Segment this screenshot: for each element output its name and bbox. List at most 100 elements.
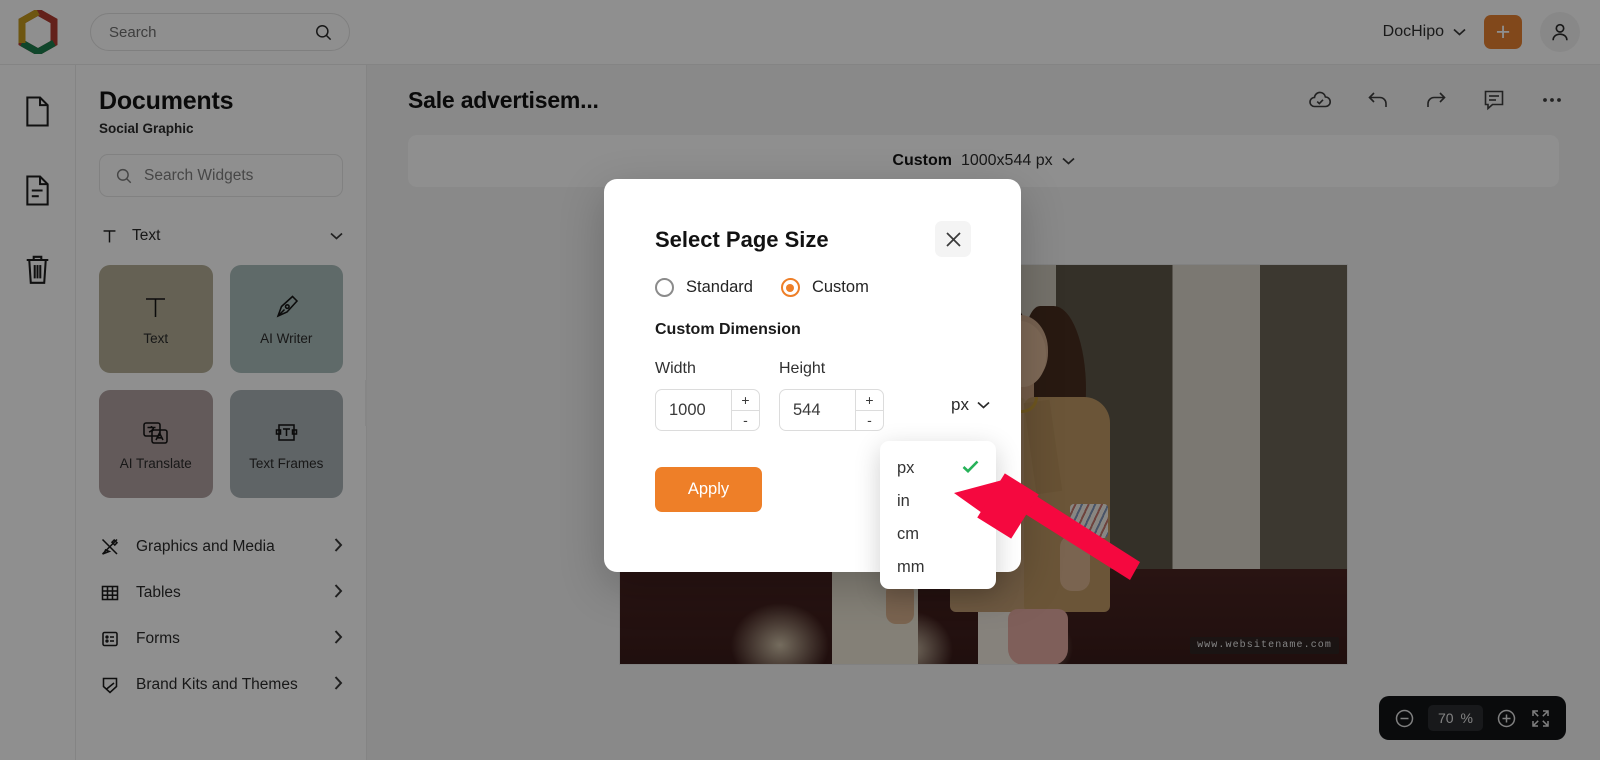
unit-option-label: mm	[897, 558, 925, 576]
search-icon	[116, 168, 132, 183]
widget-card-grid: Text AI Writer AI Translate Text Frames	[99, 265, 343, 498]
zoom-level-value[interactable]: 70 %	[1427, 705, 1483, 731]
zoom-in-button[interactable]	[1495, 707, 1517, 729]
search-placeholder: Search	[109, 23, 157, 41]
redo-icon[interactable]	[1423, 87, 1449, 113]
top-bar: Search DocHipo +	[0, 0, 1600, 65]
radio-label-custom: Custom	[811, 278, 869, 296]
left-icon-rail	[0, 65, 76, 760]
text-frame-icon	[275, 423, 298, 441]
widget-card-text-frames[interactable]: Text Frames	[229, 390, 343, 498]
text-t-icon	[99, 226, 119, 246]
chevron-right-icon	[334, 675, 343, 695]
unit-option-label: px	[897, 459, 915, 477]
width-increment-button[interactable]: +	[732, 390, 759, 411]
width-decrement-button[interactable]: -	[732, 411, 759, 431]
unit-selected-value: px	[951, 395, 969, 414]
radio-custom[interactable]: Custom	[780, 278, 869, 297]
unit-select[interactable]: px	[951, 395, 990, 415]
page-size-mode-radios: Standard Custom	[655, 278, 869, 297]
widget-category-list: Graphics and Media Tables Forms Brand Ki…	[99, 524, 343, 708]
undo-icon[interactable]	[1365, 87, 1391, 113]
widget-card-ai-translate[interactable]: AI Translate	[99, 390, 213, 498]
brand-selector[interactable]: DocHipo	[1383, 23, 1466, 41]
widget-card-label: AI Writer	[260, 330, 313, 346]
height-increment-button[interactable]: +	[856, 390, 883, 411]
widget-search-placeholder: Search Widgets	[144, 166, 254, 184]
sidebar-item-graphics-and-media[interactable]: Graphics and Media	[99, 524, 343, 570]
width-input[interactable]: 1000 + -	[655, 389, 760, 431]
document-title[interactable]: Sale advertisem...	[408, 87, 599, 114]
user-account-button[interactable]	[1540, 12, 1580, 52]
page-lines-icon	[26, 175, 49, 205]
document-header: Sale advertisem...	[367, 65, 1600, 135]
width-field-group: Width 1000 + -	[655, 360, 760, 431]
sidebar-item-brand-kits-and-themes[interactable]: Brand Kits and Themes	[99, 662, 343, 708]
search-icon	[316, 24, 332, 40]
create-new-button[interactable]: +	[1484, 15, 1522, 49]
width-label: Width	[655, 360, 696, 377]
pen-nib-icon	[276, 294, 298, 317]
trash-icon	[26, 255, 49, 284]
section-header-text[interactable]: Text	[99, 219, 343, 253]
widget-search-input[interactable]: Search Widgets	[99, 154, 343, 197]
fit-to-screen-button[interactable]	[1529, 707, 1551, 729]
brand-kit-icon	[99, 674, 121, 696]
radio-dot-custom	[780, 278, 800, 297]
canvas-watermark: www.websitename.com	[1190, 637, 1339, 654]
page-size-value: 1000x544 px	[960, 152, 1053, 169]
widget-card-text[interactable]: Text	[99, 265, 213, 373]
apply-button[interactable]: Apply	[655, 467, 762, 512]
chevron-right-icon	[334, 537, 343, 557]
more-options-icon[interactable]	[1539, 87, 1565, 113]
sidebar-item-tables[interactable]: Tables	[99, 570, 343, 616]
close-dialog-button[interactable]	[935, 221, 971, 257]
widget-card-ai-writer[interactable]: AI Writer	[229, 265, 343, 373]
cloud-saved-icon[interactable]	[1307, 87, 1333, 113]
sidebar-item-label: Graphics and Media	[136, 538, 275, 555]
text-t-icon	[146, 297, 166, 317]
unit-option-label: in	[897, 492, 910, 510]
comment-icon[interactable]	[1481, 87, 1507, 113]
width-stepper: + -	[731, 390, 759, 430]
global-search[interactable]: Search	[90, 13, 350, 51]
page-icon	[26, 96, 49, 126]
dimension-fields: Width 1000 + - Height 544 + -	[655, 360, 884, 431]
zoom-control-bar: 70 %	[1378, 696, 1566, 740]
rail-item-pages[interactable]	[11, 163, 65, 217]
height-label: Height	[779, 360, 826, 377]
rail-item-trash[interactable]	[11, 242, 65, 296]
height-field-group: Height 544 + -	[779, 360, 884, 431]
widget-card-label: Text Frames	[249, 455, 324, 471]
height-input[interactable]: 544 + -	[779, 389, 884, 431]
widget-card-label: Text	[143, 330, 169, 346]
app-root: Search DocHipo + Documents Social Graphi…	[0, 0, 1600, 760]
annotation-arrow-icon	[954, 473, 1140, 580]
section-label: Text	[132, 227, 161, 244]
translate-icon	[143, 421, 169, 444]
dochipo-logo-icon	[18, 10, 58, 54]
graphics-media-icon	[99, 536, 121, 558]
rail-item-documents[interactable]	[11, 84, 65, 138]
sidebar-item-forms[interactable]: Forms	[99, 616, 343, 662]
chevron-down-icon	[1453, 28, 1466, 36]
radio-standard[interactable]: Standard	[655, 278, 753, 297]
height-decrement-button[interactable]: -	[856, 411, 883, 431]
widget-card-label: AI Translate	[119, 455, 192, 471]
zoom-out-button[interactable]	[1394, 707, 1416, 729]
plus-label: +	[1495, 17, 1511, 46]
brand-label: DocHipo	[1382, 23, 1444, 40]
zoom-unit: %	[1460, 710, 1473, 726]
panel-subtitle: Social Graphic	[99, 121, 194, 136]
topbar-actions: DocHipo +	[1383, 12, 1600, 52]
document-toolbar	[1307, 87, 1565, 113]
chevron-right-icon	[334, 583, 343, 603]
widgets-panel: Documents Social Graphic Search Widgets …	[76, 65, 367, 760]
page-title: Documents	[99, 87, 234, 115]
page-size-mode: Custom	[892, 152, 952, 169]
zoom-number: 70	[1437, 710, 1454, 726]
user-avatar-icon	[1552, 23, 1568, 41]
app-logo[interactable]	[0, 0, 76, 65]
width-value: 1000	[669, 400, 706, 419]
sidebar-item-label: Brand Kits and Themes	[136, 676, 298, 693]
